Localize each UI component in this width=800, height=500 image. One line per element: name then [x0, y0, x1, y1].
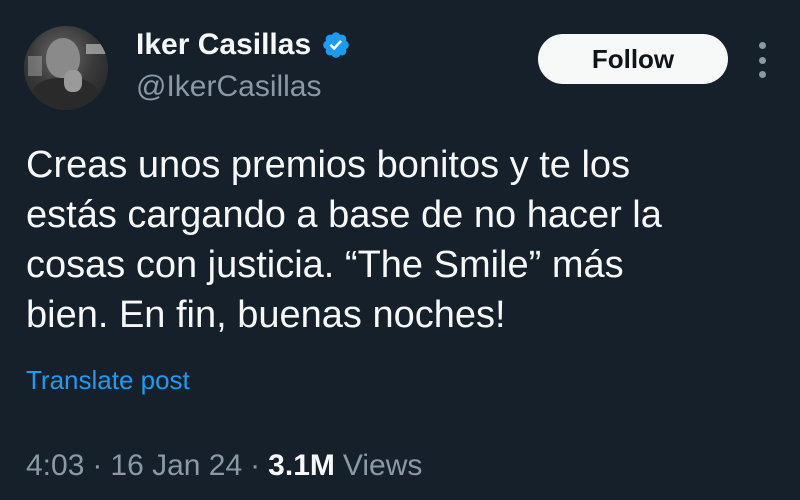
views-label: Views [342, 449, 423, 482]
author-name-row: Iker Casillas [136, 28, 351, 62]
meta-separator: · [250, 449, 261, 482]
tweet-text-line: Creas unos premios bonitos y te los [26, 144, 631, 186]
more-dot [758, 42, 766, 49]
verified-badge-icon[interactable] [321, 30, 351, 60]
tweet-text: Creas unos premios bonitos y te los está… [26, 140, 776, 340]
more-dot [758, 56, 766, 64]
author-handle[interactable]: @IkerCasillas [136, 70, 322, 104]
views-count[interactable]: 3.1M [268, 448, 335, 484]
meta-separator: · [92, 449, 103, 482]
author-display-name[interactable]: Iker Casillas [136, 28, 311, 62]
more-options-icon[interactable] [752, 42, 772, 78]
tweet-time[interactable]: 4:03 [26, 448, 84, 484]
tweet-text-line: cosas con justicia. “The Smile” más [26, 244, 624, 286]
more-dot [758, 71, 766, 78]
avatar-photo-hand [64, 70, 82, 92]
tweet-text-line: bien. En fin, buenas noches! [26, 294, 506, 336]
translate-post-link[interactable]: Translate post [26, 365, 190, 396]
avatar-photo-detail [28, 56, 42, 76]
tweet-date[interactable]: 16 Jan 24 [110, 448, 242, 484]
tweet-text-line: estás cargando a base de no hacer la [26, 194, 662, 236]
follow-button[interactable]: Follow [538, 34, 728, 84]
tweet-meta: 4:03 · 16 Jan 24 · 3.1M Views [26, 448, 422, 484]
avatar[interactable] [24, 26, 108, 110]
avatar-photo-detail [86, 44, 106, 54]
